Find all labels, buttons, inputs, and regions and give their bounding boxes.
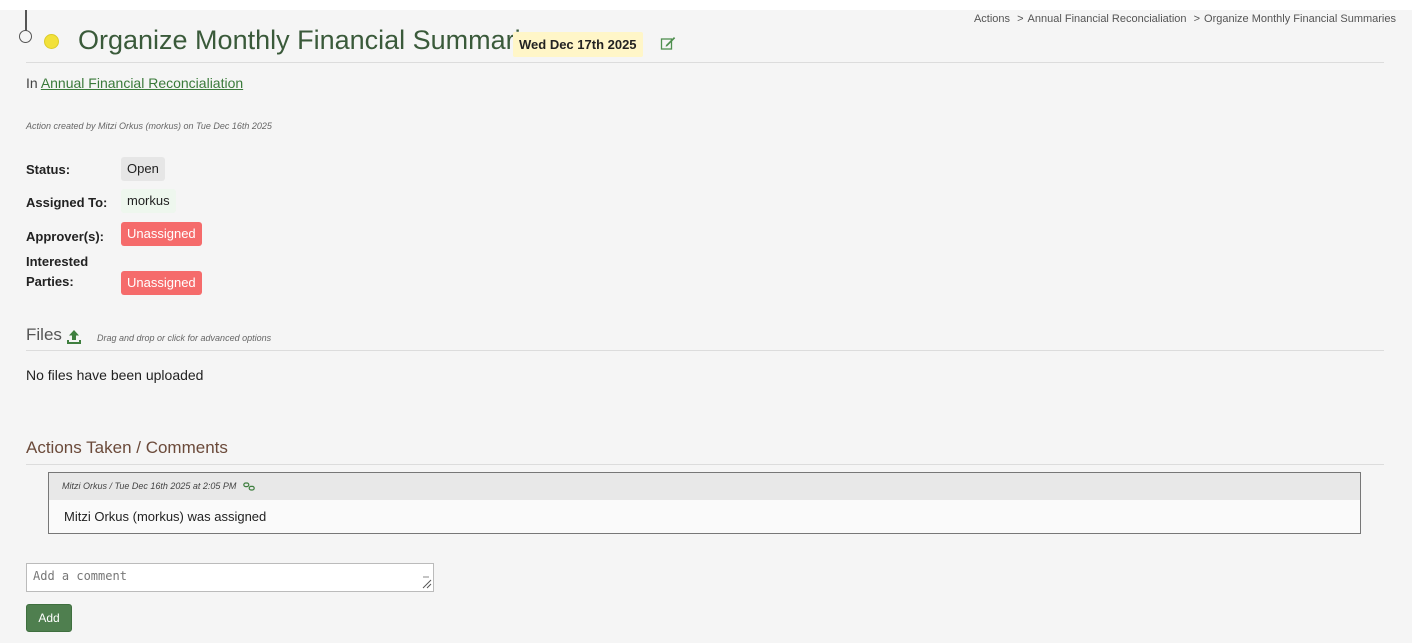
comment-meta: Mitzi Orkus / Tue Dec 16th 2025 at 2:05 … [62, 481, 237, 491]
breadcrumb: Actions > Annual Financial Reconcialiatio… [974, 13, 1396, 25]
upload-icon[interactable] [65, 328, 83, 346]
status-dot-icon [44, 34, 59, 49]
files-divider [26, 350, 1384, 351]
files-title: Files [26, 325, 62, 344]
interested-label-line2: Parties: [26, 274, 74, 289]
breadcrumb-item-actions[interactable]: Actions [974, 13, 1010, 25]
assigned-value[interactable]: morkus [121, 189, 176, 213]
interested-label: Interested Parties: [26, 254, 88, 289]
top-bar [0, 0, 1412, 10]
no-files-message: No files have been uploaded [26, 367, 204, 383]
breadcrumb-item-parent[interactable]: Annual Financial Reconcialiation [1028, 13, 1187, 25]
comment-input[interactable] [26, 563, 434, 592]
assigned-label: Assigned To: [26, 195, 108, 210]
page-title: Organize Monthly Financial Summaries [78, 25, 550, 55]
link-icon[interactable] [243, 482, 255, 491]
title-divider [26, 62, 1384, 63]
edit-icon[interactable] [660, 35, 676, 51]
comment-text: Mitzi Orkus (morkus) was assigned [64, 509, 267, 524]
interested-label-line1: Interested [26, 254, 89, 269]
parent-line: In Annual Financial Reconcialiation [26, 75, 243, 91]
parent-prefix: In [26, 75, 38, 91]
comments-title: Actions Taken / Comments [26, 438, 228, 457]
comments-divider [26, 464, 1384, 465]
approvers-label: Approver(s): [26, 229, 105, 244]
approvers-value[interactable]: Unassigned [121, 222, 202, 246]
status-value: Open [121, 157, 165, 181]
comment-header: Mitzi Orkus / Tue Dec 16th 2025 at 2:05 … [49, 473, 1360, 500]
timeline-line [25, 10, 27, 32]
comment-entry: Mitzi Orkus / Tue Dec 16th 2025 at 2:05 … [48, 472, 1361, 534]
due-date-badge: Wed Dec 17th 2025 [513, 32, 643, 57]
files-hint[interactable]: Drag and drop or click for advanced opti… [97, 333, 271, 343]
parent-link[interactable]: Annual Financial Reconcialiation [41, 75, 243, 91]
breadcrumb-separator: > [1193, 13, 1201, 25]
breadcrumb-separator: > [1017, 13, 1024, 25]
timeline-node-icon [19, 30, 32, 43]
status-label: Status: [26, 162, 71, 177]
created-info: Action created by Mitzi Orkus (morkus) o… [26, 121, 272, 131]
add-comment-button[interactable]: Add [26, 604, 72, 632]
breadcrumb-item-current: Organize Monthly Financial Summaries [1204, 13, 1396, 25]
interested-value[interactable]: Unassigned [121, 271, 202, 295]
